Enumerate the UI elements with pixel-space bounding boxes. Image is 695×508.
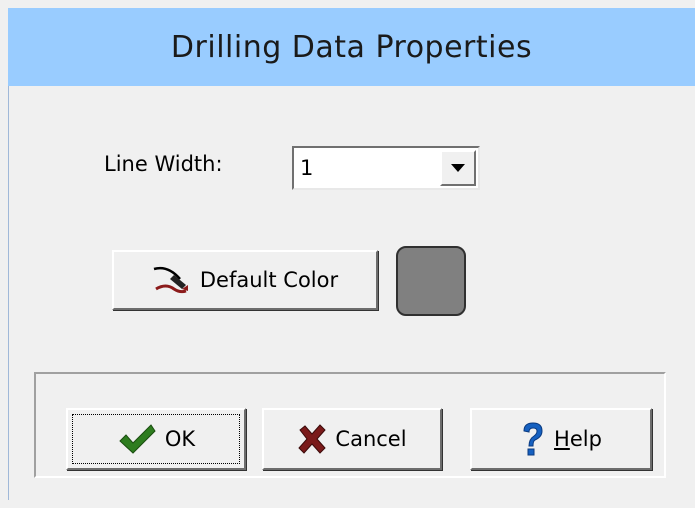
line-width-label: Line Width: — [104, 152, 223, 176]
default-color-button[interactable]: Default Color — [112, 250, 378, 310]
title-bar[interactable]: Drilling Data Properties — [8, 8, 695, 86]
help-button[interactable]: Help — [470, 408, 652, 470]
default-color-label: Default Color — [199, 268, 339, 292]
color-swatch[interactable] — [396, 246, 466, 316]
focus-rectangle — [72, 414, 240, 464]
x-icon — [297, 424, 327, 454]
line-width-dropdown[interactable]: 1 — [292, 146, 480, 190]
chevron-down-icon — [451, 163, 465, 172]
dialog-title: Drilling Data Properties — [170, 29, 533, 65]
dropdown-button[interactable] — [440, 150, 476, 186]
cancel-label: Cancel — [335, 427, 407, 451]
ok-button[interactable]: OK — [66, 408, 246, 470]
ok-label: OK — [164, 427, 196, 451]
properties-dialog: Drilling Data Properties Line Width: 1 D… — [0, 0, 695, 508]
help-label: Help — [554, 427, 602, 451]
question-icon — [520, 421, 546, 457]
cancel-button[interactable]: Cancel — [262, 408, 442, 470]
paint-pen-icon — [152, 265, 192, 295]
line-width-value: 1 — [300, 156, 314, 180]
